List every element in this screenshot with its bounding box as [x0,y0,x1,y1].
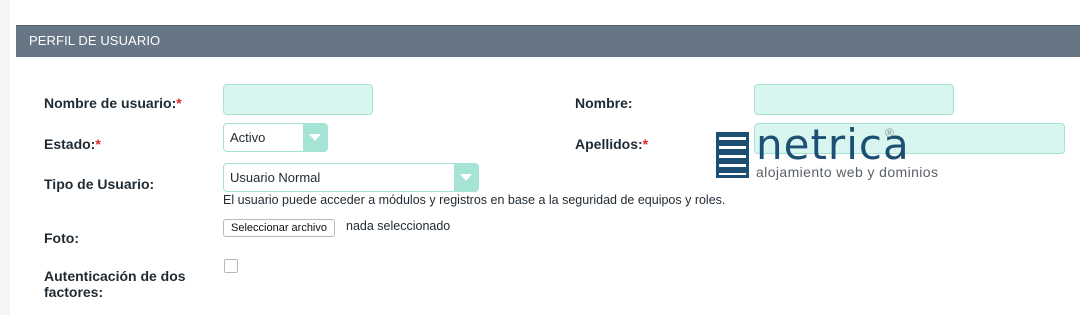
required-mark: * [176,95,182,111]
username-label: Nombre de usuario:* [44,95,182,111]
chevron-down-icon [303,124,327,151]
user-type-select[interactable]: Usuario Normal [223,163,479,192]
last-name-label-text: Apellidos: [575,136,643,152]
status-label: Estado:* [44,136,101,152]
first-name-label: Nombre: [575,95,633,111]
panel-header: PERFIL DE USUARIO [16,25,1080,57]
user-type-select-value: Usuario Normal [230,170,321,185]
registered-mark: ® [885,126,894,140]
left-gutter [0,0,10,315]
server-rack-icon [716,132,749,178]
status-select[interactable]: Activo [223,123,328,152]
username-input[interactable] [223,84,373,115]
username-label-text: Nombre de usuario: [44,95,177,111]
file-status-text: nada seleccionado [346,219,451,233]
netrica-logo: netrica ® alojamiento web y dominios [716,120,956,182]
chevron-down-icon [454,164,478,191]
status-label-text: Estado: [44,136,96,152]
two-factor-label-line1: Autenticación de dos [44,268,186,284]
user-type-label: Tipo de Usuario: [44,176,155,192]
status-select-value: Activo [230,130,266,145]
two-factor-checkbox[interactable] [224,259,238,273]
two-factor-label-line2: factores: [44,284,104,300]
user-type-help-text: El usuario puede acceder a módulos y reg… [223,193,726,207]
two-factor-label: Autenticación de dos factores: [44,268,186,300]
first-name-input[interactable] [754,84,954,115]
photo-label: Foto: [44,230,79,246]
required-mark: * [642,136,649,152]
required-mark: * [95,136,101,152]
last-name-label: Apellidos:* [575,136,648,152]
select-file-button[interactable]: Seleccionar archivo [223,219,335,237]
logo-tagline: alojamiento web y dominios [756,164,939,180]
